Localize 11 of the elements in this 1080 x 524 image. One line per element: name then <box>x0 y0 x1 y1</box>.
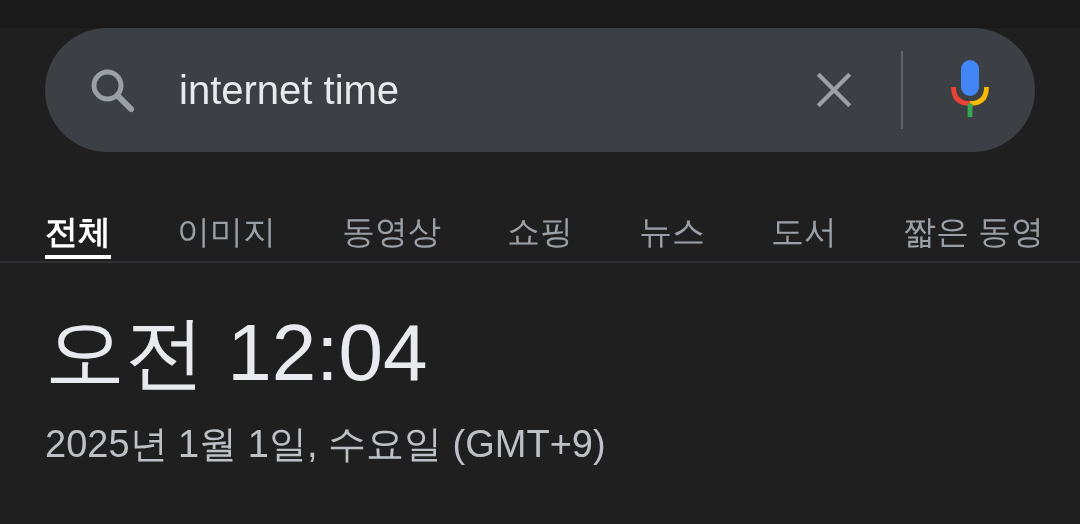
search-field[interactable]: internet time <box>45 28 1035 152</box>
tab[interactable]: 짧은 동영 <box>903 208 1045 259</box>
microphone-icon[interactable] <box>949 60 991 120</box>
search-input[interactable]: internet time <box>179 60 813 120</box>
tab[interactable]: 동영상 <box>342 208 441 259</box>
tab[interactable]: 이미지 <box>177 208 276 259</box>
time-text: 오전 12:04 <box>44 307 428 399</box>
date-text: 2025년 1월 1일, 수요일 (GMT+9) <box>44 422 606 467</box>
tab[interactable]: 도서 <box>771 208 837 259</box>
tab[interactable]: 뉴스 <box>639 208 705 259</box>
tab[interactable]: 쇼핑 <box>507 208 573 259</box>
